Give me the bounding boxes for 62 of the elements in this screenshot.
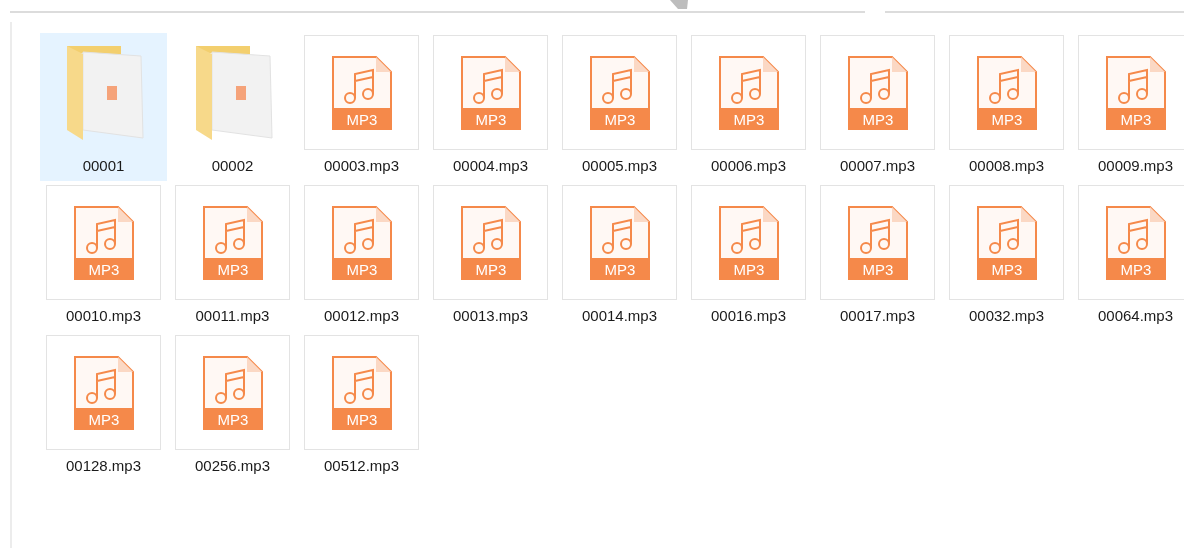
file-name: 00005.mp3 bbox=[581, 156, 658, 176]
music-file-icon: MP3 bbox=[73, 205, 134, 280]
file-item[interactable]: MP3 00256.mp3 bbox=[169, 333, 296, 481]
file-item[interactable]: MP3 00009.mp3 bbox=[1072, 33, 1184, 181]
file-item[interactable]: MP3 00004.mp3 bbox=[427, 33, 554, 181]
file-name: 00064.mp3 bbox=[1097, 306, 1174, 326]
file-name: 00008.mp3 bbox=[968, 156, 1045, 176]
file-item[interactable]: MP3 00064.mp3 bbox=[1072, 183, 1184, 331]
file-item[interactable]: MP3 00017.mp3 bbox=[814, 183, 941, 331]
file-name: 00010.mp3 bbox=[65, 306, 142, 326]
file-item[interactable]: MP3 00512.mp3 bbox=[298, 333, 425, 481]
music-file-icon: MP3 bbox=[331, 205, 392, 280]
file-name: 00004.mp3 bbox=[452, 156, 529, 176]
music-file-icon: MP3 bbox=[73, 355, 134, 430]
music-file-icon: MP3 bbox=[976, 55, 1037, 130]
file-item[interactable]: MP3 00011.mp3 bbox=[169, 183, 296, 331]
file-item[interactable]: MP3 00032.mp3 bbox=[943, 183, 1070, 331]
file-item[interactable]: MP3 00005.mp3 bbox=[556, 33, 683, 181]
music-file-icon: MP3 bbox=[460, 205, 521, 280]
music-file-icon: MP3 bbox=[718, 55, 779, 130]
music-file-icon: MP3 bbox=[718, 205, 779, 280]
music-file-icon: MP3 bbox=[331, 355, 392, 430]
file-name: 00002 bbox=[211, 156, 254, 176]
music-file-icon: MP3 bbox=[847, 205, 908, 280]
music-file-icon: MP3 bbox=[1105, 55, 1166, 130]
file-name: 00001 bbox=[82, 156, 125, 176]
file-item[interactable]: MP3 00003.mp3 bbox=[298, 33, 425, 181]
music-file-icon: MP3 bbox=[589, 205, 650, 280]
file-name: 00012.mp3 bbox=[323, 306, 400, 326]
file-item[interactable]: MP3 00006.mp3 bbox=[685, 33, 812, 181]
music-file-icon: MP3 bbox=[589, 55, 650, 130]
file-item[interactable]: MP3 00010.mp3 bbox=[40, 183, 167, 331]
file-item[interactable]: MP3 00008.mp3 bbox=[943, 33, 1070, 181]
file-name: 00512.mp3 bbox=[323, 456, 400, 476]
music-file-icon: MP3 bbox=[976, 205, 1037, 280]
file-name: 00014.mp3 bbox=[581, 306, 658, 326]
pointer-icon bbox=[670, 0, 688, 9]
file-item[interactable]: MP3 00013.mp3 bbox=[427, 183, 554, 331]
music-file-icon: MP3 bbox=[847, 55, 908, 130]
file-name: 00016.mp3 bbox=[710, 306, 787, 326]
file-name: 00011.mp3 bbox=[195, 306, 270, 326]
file-item[interactable]: MP3 00016.mp3 bbox=[685, 183, 812, 331]
file-item[interactable]: 00001 bbox=[40, 33, 167, 181]
music-file-icon: MP3 bbox=[202, 355, 263, 430]
file-name: 00013.mp3 bbox=[452, 306, 529, 326]
file-item[interactable]: MP3 00128.mp3 bbox=[40, 333, 167, 481]
file-item[interactable]: 00002 bbox=[169, 33, 296, 181]
music-file-icon: MP3 bbox=[1105, 205, 1166, 280]
file-name: 00009.mp3 bbox=[1097, 156, 1174, 176]
file-name: 00256.mp3 bbox=[194, 456, 271, 476]
music-file-icon: MP3 bbox=[202, 205, 263, 280]
file-item[interactable]: MP3 00012.mp3 bbox=[298, 183, 425, 331]
file-item[interactable]: MP3 00007.mp3 bbox=[814, 33, 941, 181]
file-name: 00032.mp3 bbox=[968, 306, 1045, 326]
file-item[interactable]: MP3 00014.mp3 bbox=[556, 183, 683, 331]
file-name: 00007.mp3 bbox=[839, 156, 916, 176]
music-file-icon: MP3 bbox=[460, 55, 521, 130]
file-name: 00128.mp3 bbox=[65, 456, 142, 476]
file-name: 00006.mp3 bbox=[710, 156, 787, 176]
music-file-icon: MP3 bbox=[331, 55, 392, 130]
file-name: 00017.mp3 bbox=[839, 306, 916, 326]
file-name: 00003.mp3 bbox=[323, 156, 400, 176]
